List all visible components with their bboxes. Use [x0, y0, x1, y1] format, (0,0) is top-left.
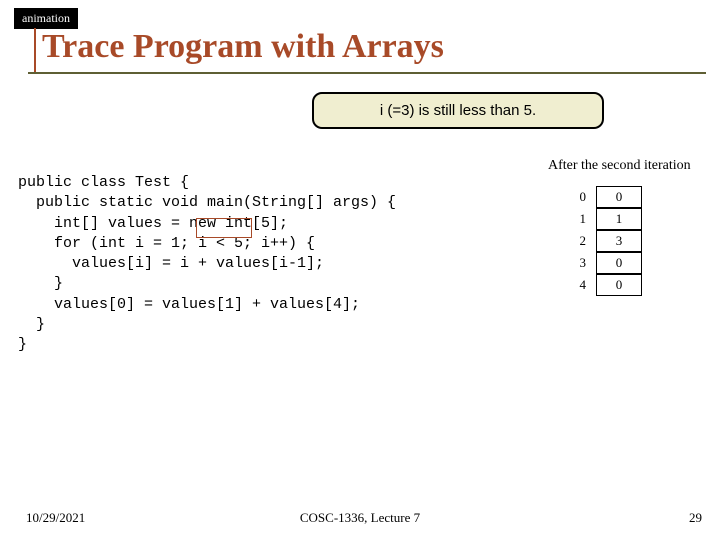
code-line: values[i] = i + values[i-1]; — [18, 255, 324, 272]
table-row: 1 1 — [560, 208, 642, 230]
array-cell: 0 — [596, 274, 642, 296]
code-line: } — [18, 336, 27, 353]
array-table: 0 0 1 1 2 3 3 0 4 0 — [560, 186, 642, 296]
code-line: } — [18, 275, 63, 292]
code-line: for (int i = 1; i < 5; i++) { — [18, 235, 315, 252]
code-block: public class Test { public static void m… — [18, 173, 396, 355]
table-row: 3 0 — [560, 252, 642, 274]
table-row: 4 0 — [560, 274, 642, 296]
table-row: 0 0 — [560, 186, 642, 208]
code-line: public static void main(String[] args) { — [18, 194, 396, 211]
array-cell: 0 — [596, 186, 642, 208]
array-cell: 3 — [596, 230, 642, 252]
array-cell: 1 — [596, 208, 642, 230]
page-title: Trace Program with Arrays — [42, 28, 706, 66]
animation-tag: animation — [14, 8, 78, 29]
title-wrap: Trace Program with Arrays — [28, 28, 706, 74]
table-row: 2 3 — [560, 230, 642, 252]
callout-bubble: i (=3) is still less than 5. — [312, 92, 604, 129]
code-line: values[0] = values[1] + values[4]; — [18, 296, 360, 313]
footer-course: COSC-1336, Lecture 7 — [0, 510, 720, 526]
footer-page: 29 — [689, 510, 702, 526]
array-index: 3 — [560, 255, 596, 271]
array-index: 1 — [560, 211, 596, 227]
array-caption: After the second iteration — [548, 158, 691, 174]
code-line: public class Test { — [18, 174, 189, 191]
array-cell: 0 — [596, 252, 642, 274]
code-line: } — [18, 316, 45, 333]
array-index: 4 — [560, 277, 596, 293]
array-index: 2 — [560, 233, 596, 249]
array-index: 0 — [560, 189, 596, 205]
highlight-condition — [196, 218, 252, 238]
